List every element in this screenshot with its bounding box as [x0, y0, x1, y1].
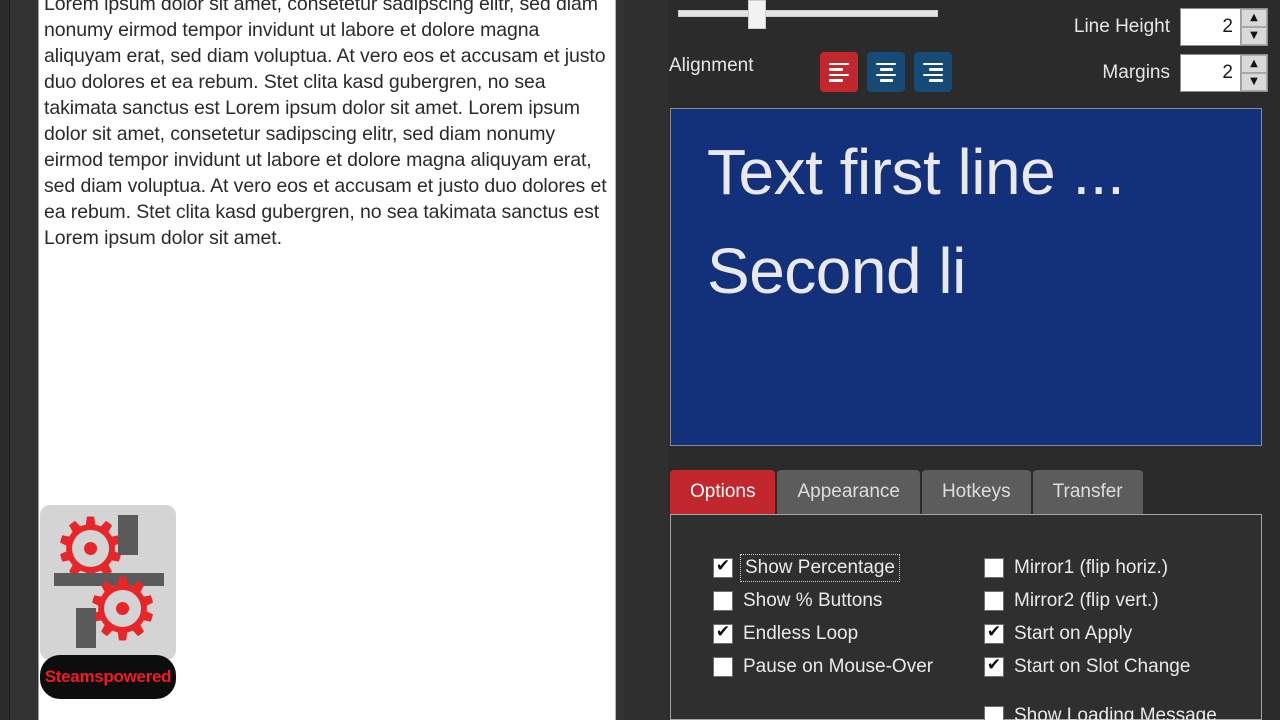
checkbox-label: Start on Apply	[1014, 622, 1133, 644]
checkbox-label: Start on Slot Change	[1014, 655, 1191, 677]
align-line	[929, 68, 943, 71]
margins-control: Margins 2 ▲ ▼	[1102, 54, 1268, 92]
align-line	[923, 73, 943, 76]
align-left-button[interactable]	[820, 52, 858, 92]
slider-track[interactable]	[678, 10, 938, 17]
checkbox-start-on-apply[interactable]: ✔ Start on Apply	[984, 617, 1217, 650]
logo-bar-top	[118, 515, 138, 555]
chevron-up-icon[interactable]: ▲	[1241, 9, 1267, 27]
window-left-edge	[0, 0, 10, 720]
settings-panel: Alignment Line Height 2 ▲ ▼ Margins 2 ▲ …	[668, 0, 1280, 720]
watermark-card: ⚙ ⚙	[40, 505, 176, 660]
margins-spinner[interactable]: 2 ▲ ▼	[1180, 54, 1268, 92]
checkbox-box[interactable]	[713, 590, 733, 611]
tab-options[interactable]: Options	[670, 470, 776, 514]
line-height-arrows: ▲ ▼	[1240, 9, 1267, 45]
check-icon: ✔	[715, 556, 731, 576]
options-left-column: ✔ Show Percentage Show % Buttons ✔ Endle…	[713, 551, 933, 683]
editor-text[interactable]: Lorem ipsum dolor sit amet, consetetur s…	[44, 0, 615, 251]
options-right-column: Mirror1 (flip horiz.) Mirror2 (flip vert…	[984, 551, 1217, 720]
options-tab-content: ✔ Show Percentage Show % Buttons ✔ Endle…	[670, 514, 1262, 720]
margins-label: Margins	[1102, 62, 1170, 83]
checkbox-label: Show % Buttons	[743, 589, 883, 611]
app-window: Lorem ipsum dolor sit amet, consetetur s…	[0, 0, 1280, 720]
watermark-logo: ⚙ ⚙ Steamspowered	[40, 505, 176, 715]
tab-transfer[interactable]: Transfer	[1032, 470, 1143, 514]
logo-bar-bottom	[76, 608, 96, 648]
slider-thumb[interactable]	[748, 0, 766, 29]
line-height-label: Line Height	[1073, 16, 1170, 37]
checkbox-box[interactable]: ✔	[984, 622, 1004, 644]
checkbox-box[interactable]: ✔	[713, 556, 733, 578]
checkbox-show-loading-message[interactable]: Show Loading Message	[984, 699, 1217, 720]
line-height-value[interactable]: 2	[1181, 9, 1240, 45]
checkbox-label: Mirror2 (flip vert.)	[1014, 589, 1159, 611]
align-line	[829, 79, 843, 82]
checkbox-box[interactable]	[984, 590, 1004, 611]
tab-appearance[interactable]: Appearance	[777, 470, 920, 514]
checkbox-box[interactable]: ✔	[713, 622, 733, 644]
align-line	[879, 79, 893, 82]
checkbox-label: Mirror1 (flip horiz.)	[1014, 556, 1169, 578]
align-line	[876, 62, 896, 65]
checkbox-mirror1[interactable]: Mirror1 (flip horiz.)	[984, 551, 1217, 584]
preview-text: Text first line ... Second li	[707, 136, 1125, 307]
checkbox-box[interactable]	[713, 656, 733, 677]
margins-arrows: ▲ ▼	[1240, 55, 1267, 91]
checkbox-label: Show Percentage	[740, 553, 900, 582]
chevron-down-icon[interactable]: ▼	[1241, 27, 1267, 45]
align-line	[829, 68, 843, 71]
check-icon: ✔	[986, 655, 1002, 675]
check-icon: ✔	[986, 622, 1002, 642]
alignment-button-group	[820, 52, 952, 92]
checkbox-show-percent-buttons[interactable]: Show % Buttons	[713, 584, 933, 617]
checkbox-label: Endless Loop	[743, 622, 859, 644]
watermark-label-pill: Steamspowered	[40, 655, 176, 699]
checkbox-mirror2[interactable]: Mirror2 (flip vert.)	[984, 584, 1217, 617]
margins-value[interactable]: 2	[1181, 55, 1240, 91]
checkbox-box[interactable]	[984, 705, 1004, 720]
checkbox-label: Pause on Mouse-Over	[743, 655, 934, 677]
line-height-control: Line Height 2 ▲ ▼	[1074, 8, 1268, 46]
text-preview-box: Text first line ... Second li	[670, 108, 1262, 446]
align-line	[829, 62, 849, 65]
alignment-label: Alignment	[669, 55, 754, 76]
checkbox-start-on-slot-change[interactable]: ✔ Start on Slot Change	[984, 650, 1217, 683]
checkbox-endless-loop[interactable]: ✔ Endless Loop	[713, 617, 933, 650]
checkbox-label: Show Loading Message	[1014, 704, 1217, 720]
watermark-label: Steamspowered	[44, 667, 172, 686]
align-line	[876, 73, 896, 76]
panel-gap	[624, 0, 668, 720]
tab-hotkeys[interactable]: Hotkeys	[921, 470, 1031, 514]
speed-slider[interactable]	[678, 0, 958, 34]
chevron-up-icon[interactable]: ▲	[1241, 55, 1267, 73]
align-line	[923, 62, 943, 65]
tab-bar: Options Appearance Hotkeys Transfer	[670, 470, 1143, 514]
checkbox-show-percentage[interactable]: ✔ Show Percentage	[713, 551, 933, 584]
chevron-down-icon[interactable]: ▼	[1241, 73, 1267, 91]
align-line	[879, 68, 893, 71]
checkbox-box[interactable]	[984, 557, 1004, 578]
check-icon: ✔	[715, 622, 731, 642]
checkbox-pause-on-mouse-over[interactable]: Pause on Mouse-Over	[713, 650, 933, 683]
left-toolbar-strip	[10, 0, 39, 720]
line-height-spinner[interactable]: 2 ▲ ▼	[1180, 8, 1268, 46]
align-line	[929, 79, 943, 82]
align-line	[829, 73, 849, 76]
align-center-button[interactable]	[867, 52, 905, 92]
align-right-button[interactable]	[914, 52, 952, 92]
checkbox-box[interactable]: ✔	[984, 655, 1004, 677]
